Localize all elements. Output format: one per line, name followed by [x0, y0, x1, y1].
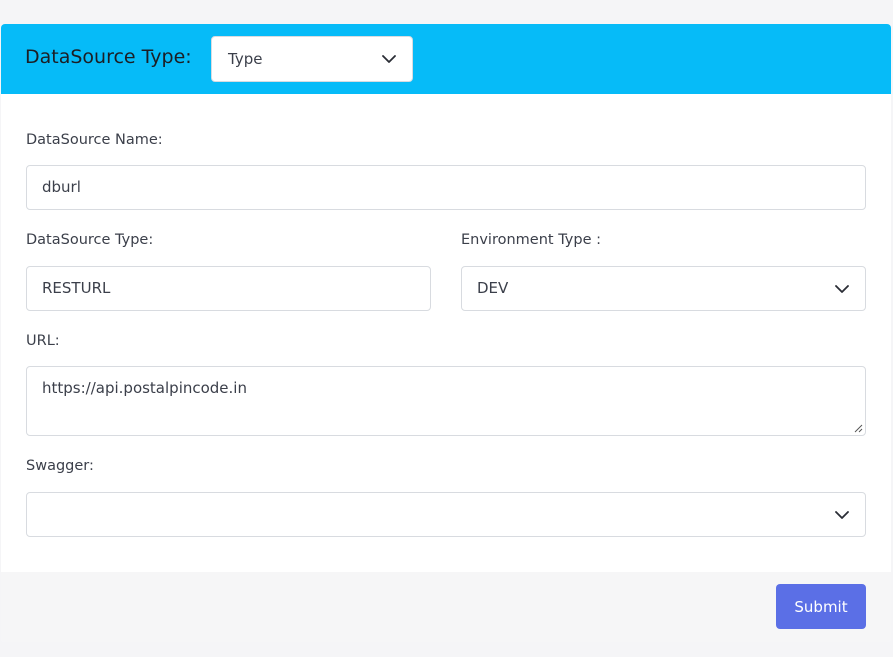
- datasource-name-value: dburl: [42, 178, 81, 196]
- card-header: DataSource Type: Type: [1, 24, 891, 94]
- chevron-down-icon: [835, 284, 849, 293]
- resize-handle-icon[interactable]: [853, 423, 863, 433]
- datasource-name-label: DataSource Name:: [26, 132, 163, 148]
- environment-type-label: Environment Type :: [461, 232, 601, 248]
- datasource-type-label: DataSource Type:: [26, 232, 154, 248]
- datasource-type-filter-value: Type: [228, 50, 263, 68]
- datasource-type-value: RESTURL: [42, 279, 111, 297]
- datasource-card: DataSource Type: Type DataSource Name: d…: [1, 24, 891, 642]
- datasource-type-input[interactable]: RESTURL: [26, 266, 431, 311]
- environment-type-select[interactable]: DEV: [461, 266, 866, 311]
- chevron-down-icon: [835, 510, 849, 519]
- chevron-down-icon: [382, 55, 396, 63]
- swagger-select[interactable]: [26, 492, 866, 537]
- submit-button[interactable]: Submit: [776, 584, 866, 629]
- url-textarea[interactable]: https://api.postalpincode.in: [26, 366, 866, 436]
- url-label: URL:: [26, 333, 60, 349]
- datasource-type-filter-select[interactable]: Type: [211, 36, 413, 82]
- header-title: DataSource Type:: [25, 46, 192, 68]
- card-footer: Submit: [1, 572, 891, 642]
- environment-type-value: DEV: [477, 279, 509, 297]
- datasource-name-input[interactable]: dburl: [26, 165, 866, 210]
- url-value: https://api.postalpincode.in: [42, 379, 247, 397]
- swagger-label: Swagger:: [26, 458, 94, 474]
